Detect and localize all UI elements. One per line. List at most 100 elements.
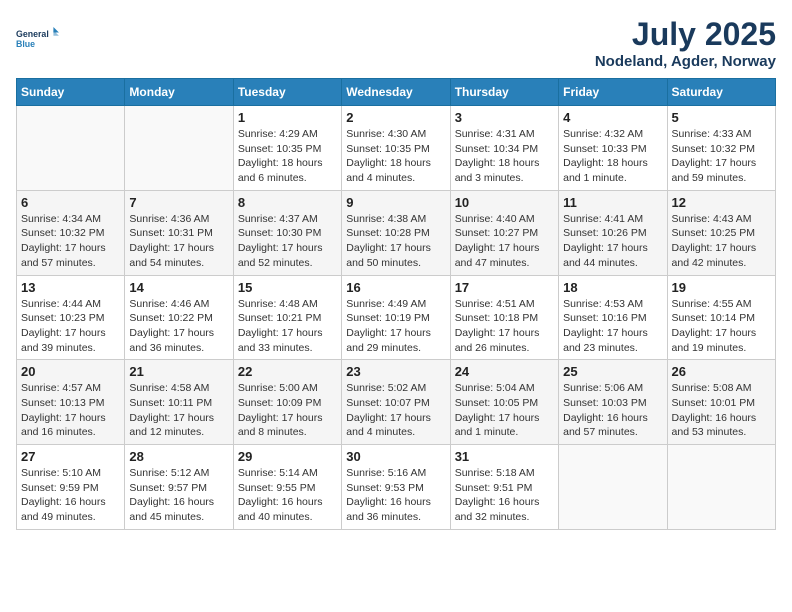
day-cell: 8 Sunrise: 4:37 AMSunset: 10:30 PMDayligh… — [233, 190, 341, 275]
col-header-sunday: Sunday — [17, 79, 125, 106]
logo: General Blue — [16, 16, 60, 60]
day-cell: 16 Sunrise: 4:49 AMSunset: 10:19 PMDaylig… — [342, 275, 450, 360]
day-number: 16 — [346, 280, 445, 295]
title-area: July 2025 Nodeland, Agder, Norway — [595, 16, 776, 70]
day-number: 21 — [129, 364, 228, 379]
day-info: Sunrise: 4:33 AMSunset: 10:32 PMDaylight… — [672, 127, 771, 186]
week-row-5: 27 Sunrise: 5:10 AMSunset: 9:59 PMDayligh… — [17, 445, 776, 530]
col-header-tuesday: Tuesday — [233, 79, 341, 106]
day-info: Sunrise: 4:44 AMSunset: 10:23 PMDaylight… — [21, 297, 120, 356]
day-cell: 29 Sunrise: 5:14 AMSunset: 9:55 PMDayligh… — [233, 445, 341, 530]
header: General Blue July 2025 Nodeland, Agder, … — [16, 16, 776, 70]
day-info: Sunrise: 4:38 AMSunset: 10:28 PMDaylight… — [346, 212, 445, 271]
day-number: 27 — [21, 449, 120, 464]
day-cell: 14 Sunrise: 4:46 AMSunset: 10:22 PMDaylig… — [125, 275, 233, 360]
day-cell: 17 Sunrise: 4:51 AMSunset: 10:18 PMDaylig… — [450, 275, 558, 360]
day-number: 14 — [129, 280, 228, 295]
day-number: 29 — [238, 449, 337, 464]
day-number: 11 — [563, 195, 662, 210]
day-number: 8 — [238, 195, 337, 210]
header-row: SundayMondayTuesdayWednesdayThursdayFrid… — [17, 79, 776, 106]
day-number: 26 — [672, 364, 771, 379]
day-info: Sunrise: 4:58 AMSunset: 10:11 PMDaylight… — [129, 381, 228, 440]
day-cell: 4Sunrise: 4:32 AMSunset: 10:33 PMDayligh… — [559, 106, 667, 191]
day-cell: 31 Sunrise: 5:18 AMSunset: 9:51 PMDayligh… — [450, 445, 558, 530]
day-cell: 20 Sunrise: 4:57 AMSunset: 10:13 PMDaylig… — [17, 360, 125, 445]
day-info: Sunrise: 4:34 AMSunset: 10:32 PMDaylight… — [21, 212, 120, 271]
day-info: Sunrise: 5:14 AMSunset: 9:55 PMDaylight:… — [238, 466, 337, 525]
day-info: Sunrise: 4:43 AMSunset: 10:25 PMDaylight… — [672, 212, 771, 271]
day-cell: 21 Sunrise: 4:58 AMSunset: 10:11 PMDaylig… — [125, 360, 233, 445]
day-cell: 12Sunrise: 4:43 AMSunset: 10:25 PMDaylig… — [667, 190, 775, 275]
day-info: Sunrise: 5:06 AMSunset: 10:03 PMDaylight… — [563, 381, 662, 440]
day-number: 6 — [21, 195, 120, 210]
location: Nodeland, Agder, Norway — [595, 53, 776, 70]
day-number: 18 — [563, 280, 662, 295]
day-number: 10 — [455, 195, 554, 210]
day-cell: 26 Sunrise: 5:08 AMSunset: 10:01 PMDaylig… — [667, 360, 775, 445]
day-number: 9 — [346, 195, 445, 210]
day-cell — [17, 106, 125, 191]
day-cell — [667, 445, 775, 530]
logo-svg: General Blue — [16, 16, 60, 60]
day-info: Sunrise: 4:30 AMSunset: 10:35 PMDaylight… — [346, 127, 445, 186]
day-number: 2 — [346, 110, 445, 125]
day-cell: 28 Sunrise: 5:12 AMSunset: 9:57 PMDayligh… — [125, 445, 233, 530]
day-cell: 18 Sunrise: 4:53 AMSunset: 10:16 PMDaylig… — [559, 275, 667, 360]
day-info: Sunrise: 5:04 AMSunset: 10:05 PMDaylight… — [455, 381, 554, 440]
day-info: Sunrise: 5:16 AMSunset: 9:53 PMDaylight:… — [346, 466, 445, 525]
day-number: 7 — [129, 195, 228, 210]
day-cell: 24 Sunrise: 5:04 AMSunset: 10:05 PMDaylig… — [450, 360, 558, 445]
day-number: 4 — [563, 110, 662, 125]
week-row-4: 20 Sunrise: 4:57 AMSunset: 10:13 PMDaylig… — [17, 360, 776, 445]
day-info: Sunrise: 5:18 AMSunset: 9:51 PMDaylight:… — [455, 466, 554, 525]
day-cell: 23 Sunrise: 5:02 AMSunset: 10:07 PMDaylig… — [342, 360, 450, 445]
day-number: 5 — [672, 110, 771, 125]
day-info: Sunrise: 5:02 AMSunset: 10:07 PMDaylight… — [346, 381, 445, 440]
day-info: Sunrise: 4:37 AMSunset: 10:30 PMDaylight… — [238, 212, 337, 271]
day-cell: 2 Sunrise: 4:30 AMSunset: 10:35 PMDayligh… — [342, 106, 450, 191]
col-header-saturday: Saturday — [667, 79, 775, 106]
day-number: 15 — [238, 280, 337, 295]
day-info: Sunrise: 5:12 AMSunset: 9:57 PMDaylight:… — [129, 466, 228, 525]
day-info: Sunrise: 4:51 AMSunset: 10:18 PMDaylight… — [455, 297, 554, 356]
day-number: 20 — [21, 364, 120, 379]
day-number: 19 — [672, 280, 771, 295]
day-info: Sunrise: 4:40 AMSunset: 10:27 PMDaylight… — [455, 212, 554, 271]
day-number: 23 — [346, 364, 445, 379]
day-number: 17 — [455, 280, 554, 295]
day-cell: 25 Sunrise: 5:06 AMSunset: 10:03 PMDaylig… — [559, 360, 667, 445]
day-info: Sunrise: 4:49 AMSunset: 10:19 PMDaylight… — [346, 297, 445, 356]
col-header-monday: Monday — [125, 79, 233, 106]
svg-text:General: General — [16, 29, 49, 39]
day-number: 25 — [563, 364, 662, 379]
col-header-friday: Friday — [559, 79, 667, 106]
day-info: Sunrise: 4:53 AMSunset: 10:16 PMDaylight… — [563, 297, 662, 356]
month-title: July 2025 — [595, 16, 776, 53]
day-number: 3 — [455, 110, 554, 125]
day-cell: 3 Sunrise: 4:31 AMSunset: 10:34 PMDayligh… — [450, 106, 558, 191]
day-number: 28 — [129, 449, 228, 464]
day-info: Sunrise: 4:57 AMSunset: 10:13 PMDaylight… — [21, 381, 120, 440]
day-info: Sunrise: 4:46 AMSunset: 10:22 PMDaylight… — [129, 297, 228, 356]
col-header-thursday: Thursday — [450, 79, 558, 106]
day-cell: 9 Sunrise: 4:38 AMSunset: 10:28 PMDayligh… — [342, 190, 450, 275]
day-info: Sunrise: 5:00 AMSunset: 10:09 PMDaylight… — [238, 381, 337, 440]
day-cell — [125, 106, 233, 191]
day-info: Sunrise: 5:08 AMSunset: 10:01 PMDaylight… — [672, 381, 771, 440]
day-cell: 27 Sunrise: 5:10 AMSunset: 9:59 PMDayligh… — [17, 445, 125, 530]
day-number: 22 — [238, 364, 337, 379]
day-info: Sunrise: 4:41 AMSunset: 10:26 PMDaylight… — [563, 212, 662, 271]
day-cell: 5 Sunrise: 4:33 AMSunset: 10:32 PMDayligh… — [667, 106, 775, 191]
day-number: 13 — [21, 280, 120, 295]
day-info: Sunrise: 4:31 AMSunset: 10:34 PMDaylight… — [455, 127, 554, 186]
day-number: 1 — [238, 110, 337, 125]
day-cell: 6 Sunrise: 4:34 AMSunset: 10:32 PMDayligh… — [17, 190, 125, 275]
day-cell: 13 Sunrise: 4:44 AMSunset: 10:23 PMDaylig… — [17, 275, 125, 360]
col-header-wednesday: Wednesday — [342, 79, 450, 106]
day-cell — [559, 445, 667, 530]
day-info: Sunrise: 5:10 AMSunset: 9:59 PMDaylight:… — [21, 466, 120, 525]
day-number: 24 — [455, 364, 554, 379]
day-number: 31 — [455, 449, 554, 464]
day-info: Sunrise: 4:48 AMSunset: 10:21 PMDaylight… — [238, 297, 337, 356]
